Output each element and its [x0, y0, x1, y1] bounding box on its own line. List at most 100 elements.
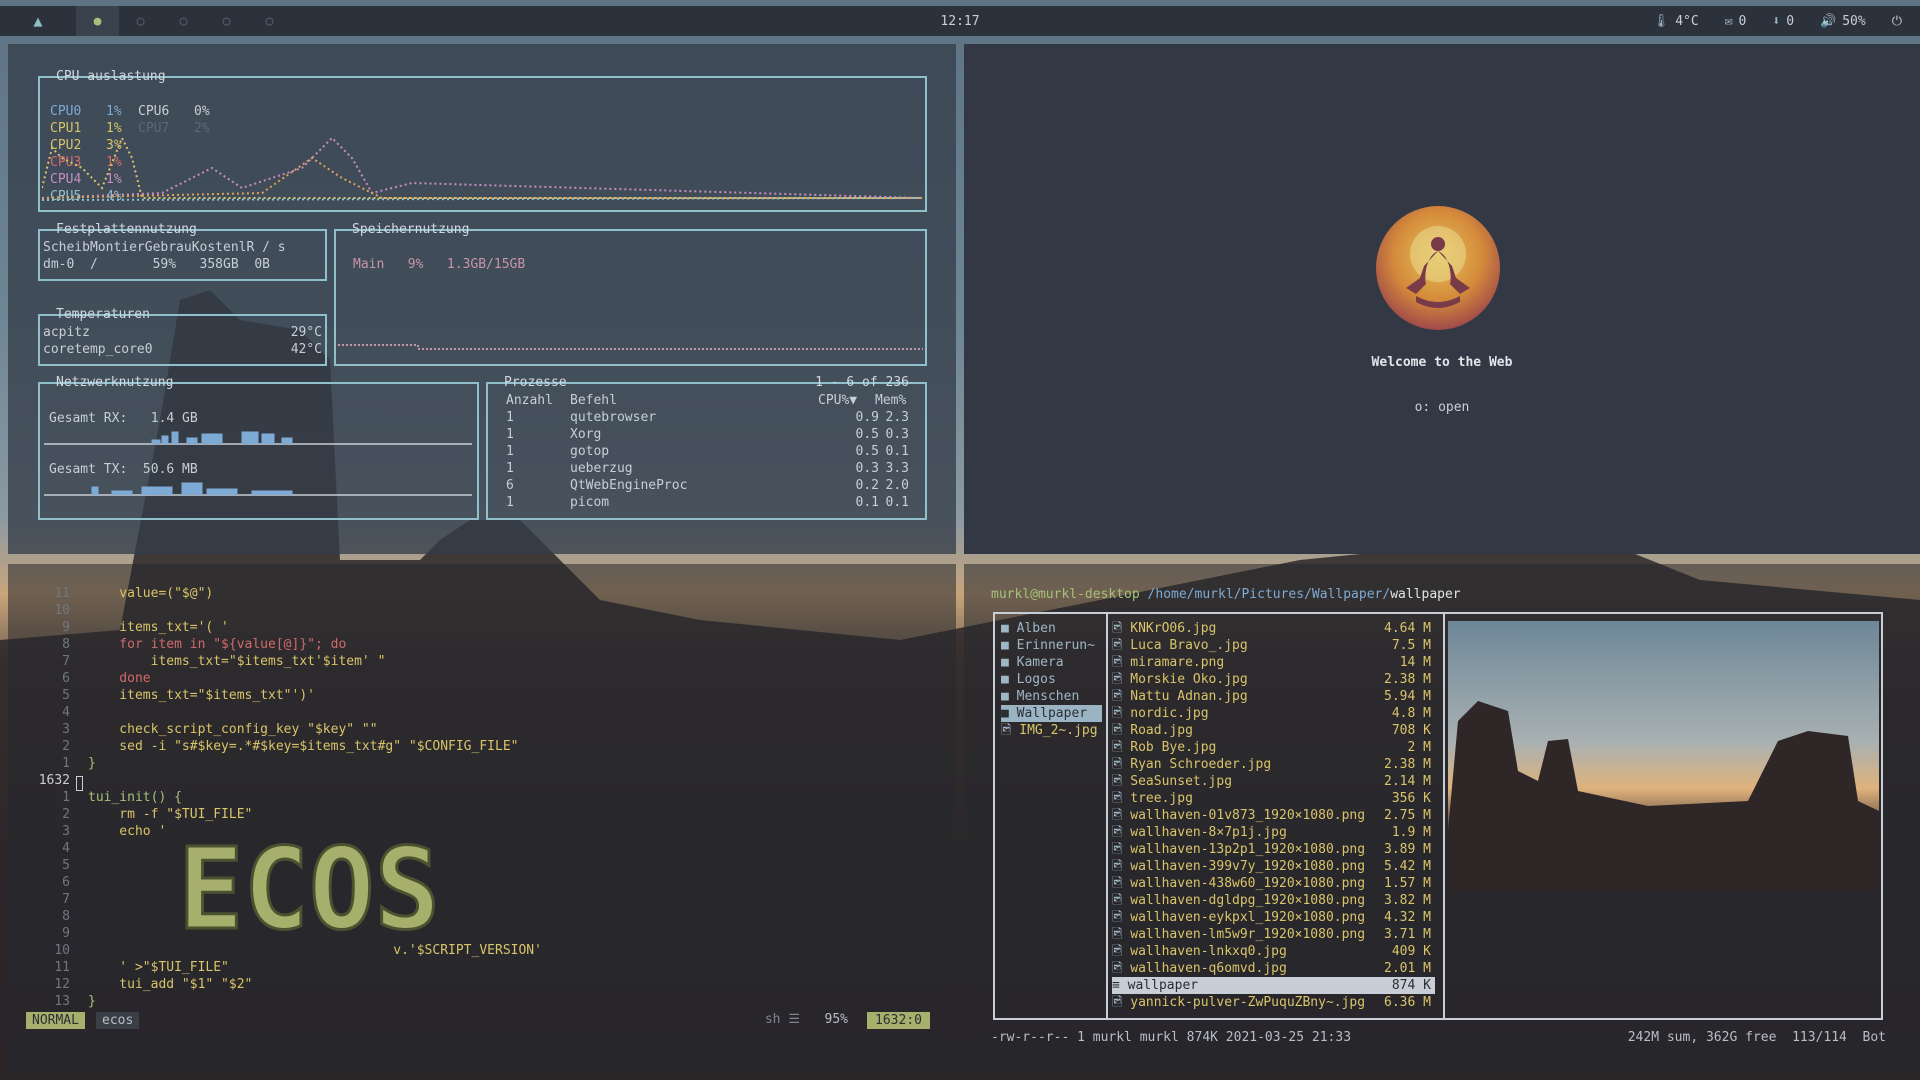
code-line[interactable]: } [88, 994, 96, 1009]
proc-cell[interactable]: qutebrowser [570, 409, 656, 426]
file-item[interactable]: 🖻 wallhaven-01v873_1920×1080.png 2.75 M [1112, 807, 1435, 824]
proc-cell[interactable]: 2.3 [886, 409, 909, 426]
proc-cell[interactable]: 2.0 [886, 477, 909, 494]
file-item[interactable]: ≡ wallpaper 874 K [1112, 977, 1435, 994]
directory-item[interactable]: ■ Logos [1001, 671, 1102, 688]
file-name: miramare.png [1130, 655, 1225, 670]
file-item[interactable]: 🖻 nordic.jpg 4.8 M [1112, 705, 1435, 722]
file-item[interactable]: 🖻 SeaSunset.jpg 2.14 M [1112, 773, 1435, 790]
file-name: Luca Bravo_.jpg [1130, 638, 1248, 653]
file-item[interactable]: 🖻 Road.jpg 708 K [1112, 722, 1435, 739]
file-item[interactable]: 🖻 wallhaven-dgldpg_1920×1080.png 3.82 M [1112, 892, 1435, 909]
code-line[interactable]: items_txt='( ' [88, 620, 229, 635]
proc-cell[interactable]: 6 [506, 477, 514, 494]
directory-item[interactable]: ■ Alben [1001, 620, 1102, 637]
line-number: 10 [54, 943, 70, 958]
file-item[interactable]: 🖻 Rob Bye.jpg 2 M [1112, 739, 1435, 756]
code-line[interactable]: value=("$@") [88, 586, 213, 601]
file-item[interactable]: 🖻 KNKrO06.jpg 4.64 M [1112, 620, 1435, 637]
workspace-5[interactable]: ○ [248, 6, 291, 36]
proc-cell[interactable]: 0.1 [886, 443, 909, 460]
file-item[interactable]: 🖻 wallhaven-lm5w9r_1920×1080.png 3.71 M [1112, 926, 1435, 943]
code-line[interactable]: v.'$SCRIPT_VERSION' [88, 943, 542, 958]
proc-cell[interactable]: 0.1 [856, 494, 879, 511]
code-line[interactable]: echo ' [88, 824, 166, 839]
directory-item[interactable]: ■ Kamera [1001, 654, 1102, 671]
arch-logo-icon[interactable]: ▲ [0, 12, 76, 30]
file-item[interactable]: 🖻 Morskie Oko.jpg 2.38 M [1112, 671, 1435, 688]
file-item[interactable]: 🖻 wallhaven-lnkxq0.jpg 409 K [1112, 943, 1435, 960]
file-name: wallhaven-01v873_1920×1080.png [1130, 808, 1366, 823]
file-item[interactable]: 🖻 wallhaven-13p2p1_1920×1080.png 3.89 M [1112, 841, 1435, 858]
code-line[interactable]: done [88, 671, 150, 686]
workspace-1[interactable]: ● [76, 6, 119, 36]
proc-cell[interactable]: 0.5 [856, 426, 879, 443]
volume-widget[interactable]: 🔊 50% [1820, 14, 1866, 29]
directory-item[interactable]: ■ Erinnerun~ [1001, 637, 1102, 654]
proc-cell[interactable]: 1 [506, 460, 514, 477]
image-file-icon: 🖻 [1112, 876, 1131, 891]
proc-col-count[interactable]: Anzahl [506, 392, 553, 409]
file-item[interactable]: 🖻 wallhaven-q6omvd.jpg 2.01 M [1112, 960, 1435, 977]
code-line[interactable]: tui_add "$1" "$2" [88, 977, 252, 992]
file-item[interactable]: 🖻 wallhaven-8×7p1j.jpg 1.9 M [1112, 824, 1435, 841]
file-item[interactable]: 🖻 yannick-pulver-ZwPuquZBny~.jpg 6.36 M [1112, 994, 1435, 1011]
proc-cell[interactable]: QtWebEngineProc [570, 477, 687, 494]
directory-item[interactable]: ■ Menschen [1001, 688, 1102, 705]
directory-item[interactable]: 🖻 IMG_2~.jpg [1001, 722, 1102, 739]
proc-cell[interactable]: 1 [506, 426, 514, 443]
file-size: 2.38 M [1384, 672, 1431, 687]
directory-item[interactable]: ■ Wallpaper [1001, 705, 1102, 722]
code-line[interactable]: items_txt="$items_txt"')' [88, 688, 315, 703]
image-file-icon: 🖻 [1112, 825, 1131, 840]
proc-cell[interactable]: picom [570, 494, 609, 511]
image-file-icon: 🖻 [1112, 859, 1131, 874]
proc-col-command[interactable]: Befehl [570, 392, 617, 409]
file-item[interactable]: 🖻 tree.jpg 356 K [1112, 790, 1435, 807]
updates-widget[interactable]: ⬇ 0 [1772, 14, 1794, 29]
proc-cell[interactable]: Xorg [570, 426, 601, 443]
proc-cell[interactable]: gotop [570, 443, 609, 460]
file-item[interactable]: 🖻 wallhaven-399v7y_1920×1080.png 5.42 M [1112, 858, 1435, 875]
workspace-3[interactable]: ○ [162, 6, 205, 36]
file-item[interactable]: 🖻 Luca Bravo_.jpg 7.5 M [1112, 637, 1435, 654]
code-line[interactable]: for item in "${value[@]}"; do [88, 637, 346, 652]
proc-col-mem[interactable]: Mem% [875, 392, 906, 409]
power-icon[interactable]: ⏻ [1892, 14, 1902, 29]
file-item[interactable]: 🖻 wallhaven-eykpxl_1920×1080.png 4.32 M [1112, 909, 1435, 926]
mail-widget[interactable]: ✉ 0 [1725, 14, 1747, 29]
proc-cell[interactable]: 0.3 [856, 460, 879, 477]
file-item[interactable]: 🖻 miramare.png 14 M [1112, 654, 1435, 671]
code-line[interactable]: rm -f "$TUI_FILE" [88, 807, 252, 822]
code-line[interactable]: } [88, 756, 96, 771]
proc-cell[interactable]: 1 [506, 494, 514, 511]
proc-cell[interactable]: 1 [506, 443, 514, 460]
proc-cell[interactable]: 0.3 [886, 426, 909, 443]
code-line[interactable]: items_txt="$items_txt'$item' " [88, 654, 386, 669]
proc-cell[interactable]: 0.2 [856, 477, 879, 494]
proc-col-cpu[interactable]: CPU%▼ [818, 392, 857, 409]
vim-position: 1632:0 [867, 1012, 930, 1029]
file-size: 5.94 M [1384, 689, 1431, 704]
code-line[interactable]: sed -i "s#$key=.*#$key=$items_txt#g" "$C… [88, 739, 518, 754]
file-item[interactable]: 🖻 wallhaven-438w60_1920×1080.png 1.57 M [1112, 875, 1435, 892]
image-file-icon: 🖻 [1112, 791, 1131, 806]
file-name: nordic.jpg [1130, 706, 1209, 721]
code-line[interactable]: tui_init() { [88, 790, 182, 805]
proc-cell[interactable]: ueberzug [570, 460, 633, 477]
file-item[interactable]: 🖻 Ryan Schroeder.jpg 2.38 M [1112, 756, 1435, 773]
file-name: Ryan Schroeder.jpg [1130, 757, 1272, 772]
memory-panel-title: Speichernutzung [352, 222, 470, 237]
proc-cell[interactable]: 3.3 [886, 460, 909, 477]
editor-buffer[interactable]: 11 value=("$@") 10 9 items_txt='( ' 8 for i… [14, 586, 934, 1009]
proc-cell[interactable]: 1 [506, 409, 514, 426]
workspace-4[interactable]: ○ [205, 6, 248, 36]
proc-cell[interactable]: 0.5 [856, 443, 879, 460]
proc-cell[interactable]: 0.9 [856, 409, 879, 426]
proc-cell[interactable]: 0.1 [886, 494, 909, 511]
workspace-2[interactable]: ○ [119, 6, 162, 36]
file-item[interactable]: 🖻 Nattu Adnan.jpg 5.94 M [1112, 688, 1435, 705]
browser-window[interactable]: Welcome to the Web o: open [964, 44, 1920, 554]
code-line[interactable]: ' >"$TUI_FILE" [88, 960, 229, 975]
code-line[interactable]: check_script_config_key "$key" "" [88, 722, 377, 737]
